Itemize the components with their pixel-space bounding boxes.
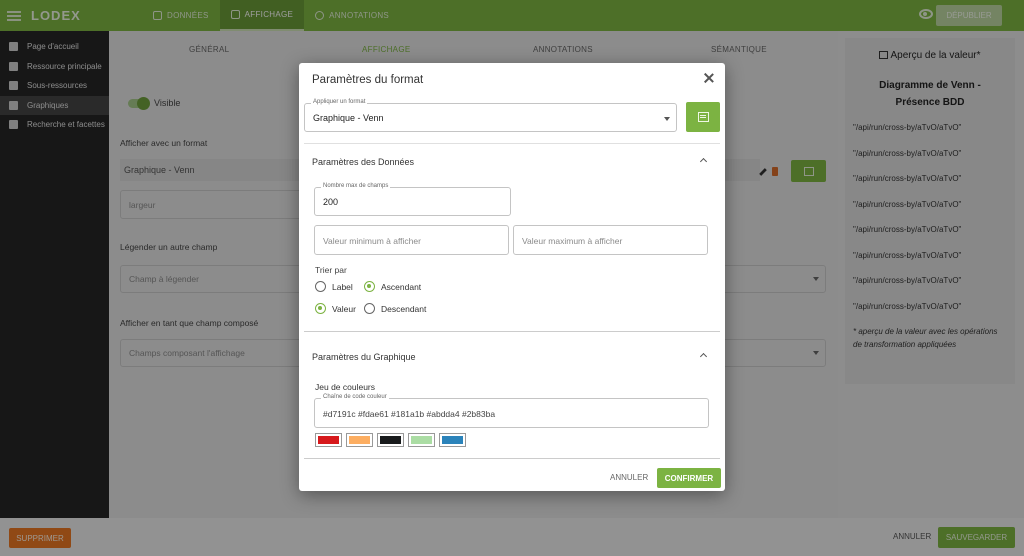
- min-value-input[interactable]: Valeur minimum à afficher: [314, 225, 509, 255]
- format-settings-dialog: Paramètres du format Appliquer un format…: [299, 63, 725, 491]
- chart-section-title[interactable]: Paramètres du Graphique: [312, 352, 416, 362]
- sort-by-label-radio[interactable]: Label: [315, 281, 353, 292]
- chevron-up-icon[interactable]: [699, 157, 708, 166]
- apply-format-select[interactable]: Appliquer un format Graphique - Venn: [304, 99, 677, 132]
- radio-label: Label: [332, 281, 353, 292]
- close-icon[interactable]: [703, 72, 715, 84]
- swatch-fill: [318, 436, 339, 444]
- chevron-up-icon[interactable]: [699, 352, 708, 361]
- order-ascending-radio[interactable]: Ascendant: [364, 281, 421, 292]
- sort-by-value-radio[interactable]: Valeur: [315, 303, 356, 314]
- min-value-placeholder: Valeur minimum à afficher: [323, 236, 421, 246]
- max-fields-label: Nombre max de champs: [321, 183, 391, 189]
- apply-format-label: Appliquer un format: [311, 99, 368, 105]
- order-descending-radio[interactable]: Descendant: [364, 303, 426, 314]
- color-string-input[interactable]: Chaîne de code couleur #d7191c #fdae61 #…: [314, 394, 709, 428]
- radio-checked-icon: [364, 281, 375, 292]
- sort-by-label: Trier par: [315, 265, 347, 275]
- max-value-input[interactable]: Valeur maximum à afficher: [513, 225, 708, 255]
- table-icon: [697, 112, 709, 122]
- color-swatch[interactable]: [377, 433, 404, 447]
- dialog-title: Paramètres du format: [312, 74, 424, 86]
- radio-unchecked-icon: [364, 303, 375, 314]
- max-fields-value: 200: [323, 197, 339, 207]
- color-swatch[interactable]: [408, 433, 435, 447]
- swatch-fill: [380, 436, 401, 444]
- dialog-confirm-button[interactable]: CONFIRMER: [657, 468, 721, 488]
- dialog-cancel-button[interactable]: ANNULER: [610, 473, 648, 482]
- radio-label: Ascendant: [381, 281, 422, 292]
- color-swatch[interactable]: [315, 433, 342, 447]
- swatch-fill: [411, 436, 432, 444]
- radio-label: Descendant: [381, 303, 427, 314]
- swatch-fill: [349, 436, 370, 444]
- color-swatch[interactable]: [346, 433, 373, 447]
- radio-checked-icon: [315, 303, 326, 314]
- format-preview-button[interactable]: [686, 102, 720, 132]
- color-string-value: #d7191c #fdae61 #181a1b #abdda4 #2b83ba: [323, 409, 496, 419]
- radio-unchecked-icon: [315, 281, 326, 292]
- colorset-label: Jeu de couleurs: [315, 382, 376, 392]
- chevron-down-icon: [664, 117, 670, 121]
- data-section-title[interactable]: Paramètres des Données: [312, 157, 414, 167]
- apply-format-value: Graphique - Venn: [313, 113, 384, 123]
- radio-label: Valeur: [332, 303, 356, 314]
- max-value-placeholder: Valeur maximum à afficher: [522, 236, 623, 246]
- color-swatch[interactable]: [439, 433, 466, 447]
- color-string-label: Chaîne de code couleur: [321, 394, 389, 400]
- swatch-fill: [442, 436, 463, 444]
- max-fields-input[interactable]: Nombre max de champs 200: [314, 183, 511, 216]
